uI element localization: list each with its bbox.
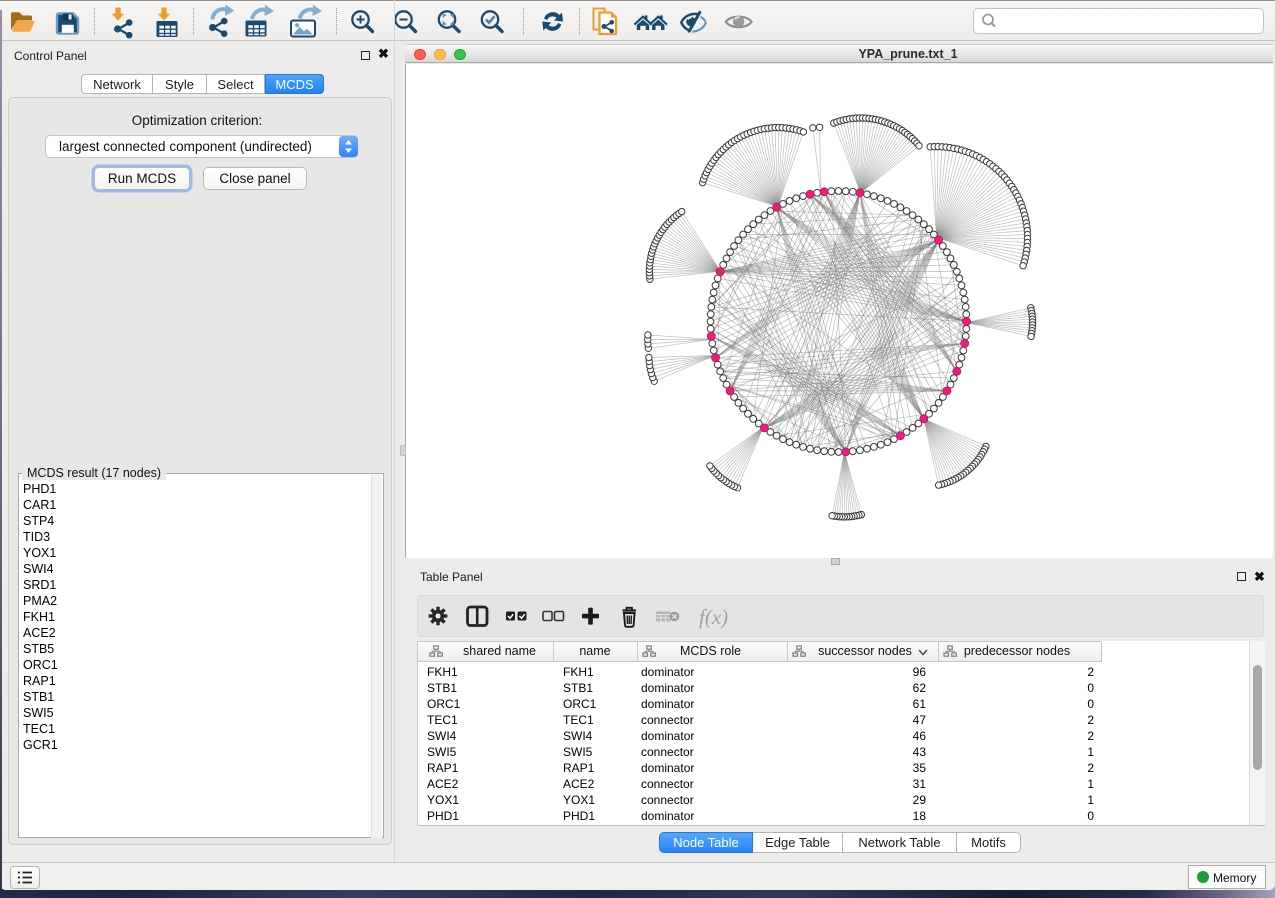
svg-text:f(x): f(x) <box>699 605 728 629</box>
